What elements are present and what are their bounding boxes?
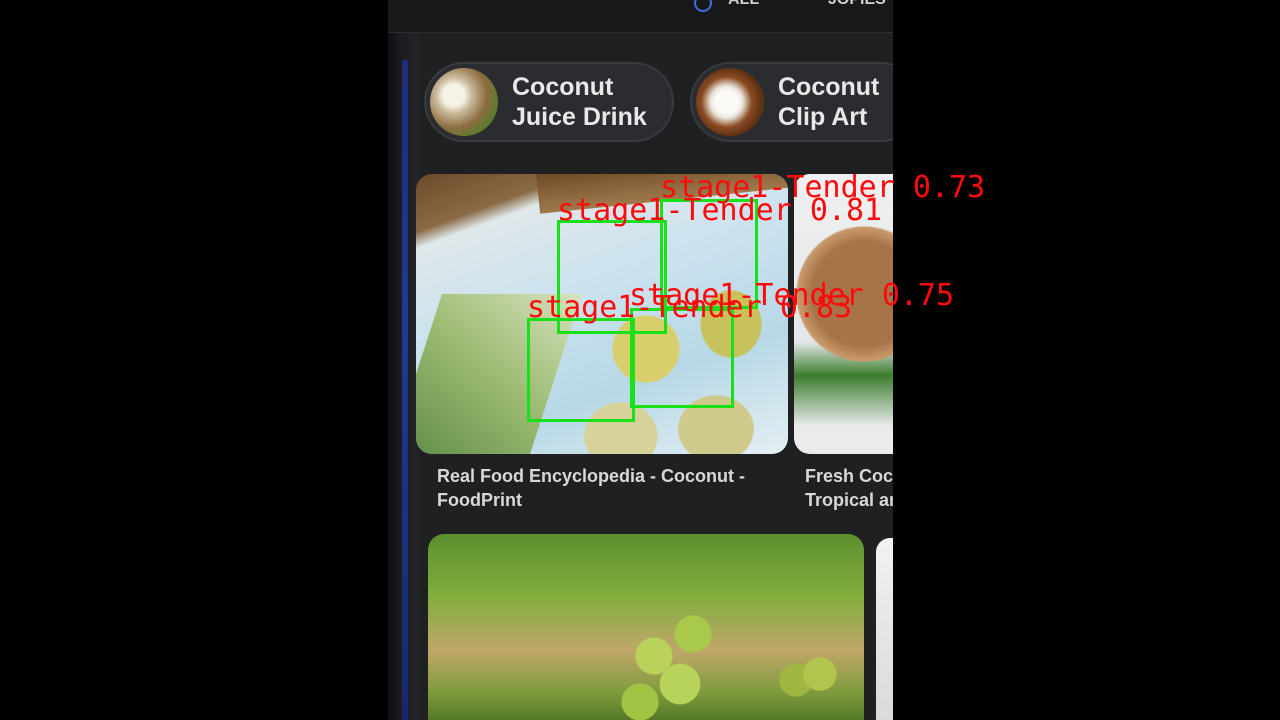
top-search-bar: ALL JOPIES xyxy=(388,0,893,33)
result-title-line: FoodPrint xyxy=(437,490,522,510)
top-bar-text: JOPIES xyxy=(828,0,886,9)
phone-screen-photo: ALL JOPIES Coconut Juice Drink Coconut C… xyxy=(388,0,893,720)
top-bar-text: ALL xyxy=(728,0,759,9)
result-title-line: Real Food Encyclopedia - Coconut - xyxy=(437,466,746,486)
search-icon[interactable] xyxy=(694,0,712,12)
chip-thumbnail xyxy=(696,68,764,136)
chip-thumbnail xyxy=(430,68,498,136)
result-title-line: Fresh Coc xyxy=(805,466,893,486)
suggestion-chip-coconut-clip-art[interactable]: Coconut Clip Art xyxy=(690,62,893,142)
result-image-coconut-tree[interactable] xyxy=(428,534,864,720)
chip-label-line: Clip Art xyxy=(778,103,868,131)
result-image-coconuts[interactable] xyxy=(416,174,788,454)
result-title-line: Tropical ar xyxy=(805,490,893,510)
chip-label: Coconut Clip Art xyxy=(778,72,879,132)
result-image-partial[interactable] xyxy=(876,538,893,720)
suggestion-chip-coconut-juice-drink[interactable]: Coconut Juice Drink xyxy=(424,62,674,142)
image-detail xyxy=(416,294,582,454)
chip-label-line: Coconut xyxy=(778,73,880,101)
chip-label-line: Coconut xyxy=(512,73,614,101)
result-title[interactable]: Real Food Encyclopedia - Coconut - FoodP… xyxy=(437,464,745,512)
chip-label: Coconut Juice Drink xyxy=(512,72,647,132)
screen-edge-glow xyxy=(402,60,408,720)
camera-frame: ALL JOPIES Coconut Juice Drink Coconut C… xyxy=(0,0,1280,720)
image-detail xyxy=(536,174,788,214)
result-title[interactable]: Fresh Coc Tropical ar xyxy=(805,464,893,512)
result-image-cut-coconut[interactable] xyxy=(794,174,893,454)
chip-label-line: Juice Drink xyxy=(512,103,647,131)
